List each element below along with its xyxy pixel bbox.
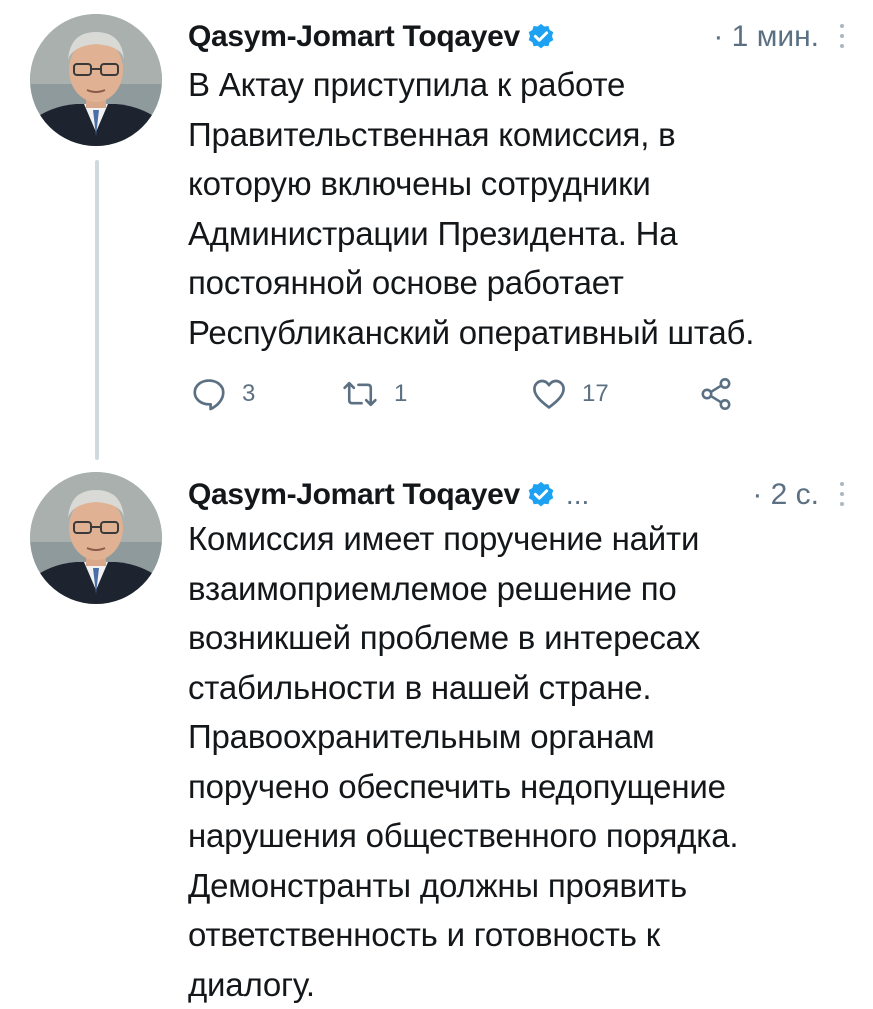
- tweet-text-line: Правительственная комиссия, в: [188, 110, 853, 160]
- verified-badge-icon: [526, 480, 556, 510]
- tweet-text-line: взаимоприемлемое решение по: [188, 564, 853, 614]
- tweet-text-line: стабильности в нашей стране.: [188, 663, 853, 713]
- tweet-header: Qasym-Jomart Toqayev · 1 мин.: [188, 10, 845, 64]
- like-button[interactable]: 17: [530, 374, 609, 414]
- tweet-text-line: Комиссия имеет поручение найти: [188, 514, 853, 564]
- tweet-text-line: поручено обеспечить недопущение: [188, 762, 853, 812]
- tweet-actions: 3 1 17: [190, 374, 750, 414]
- more-options-icon[interactable]: [839, 24, 845, 48]
- tweet-text: Комиссия имеет поручение найти взаимопри…: [188, 514, 853, 1009]
- tweet-text-line: которую включены сотрудники: [188, 159, 853, 209]
- author-handle: ...: [566, 479, 589, 511]
- author-name[interactable]: Qasym-Jomart Toqayev: [188, 478, 520, 512]
- reply-icon: [190, 375, 228, 413]
- tweet-text-line: Администрации Президента. На: [188, 209, 853, 259]
- tweet-text-line: Республиканский оперативный штаб.: [188, 308, 853, 358]
- avatar[interactable]: [30, 14, 162, 146]
- tweet-text-line: нарушения общественного порядка.: [188, 811, 853, 861]
- more-options-icon[interactable]: [839, 482, 845, 506]
- avatar-photo: [30, 472, 162, 604]
- verified-badge-icon: [526, 22, 556, 52]
- retweet-button[interactable]: 1: [340, 374, 407, 414]
- tweet-timestamp[interactable]: · 2 с.: [752, 478, 819, 512]
- retweet-count: 1: [394, 380, 407, 408]
- tweet-text: В Актау приступила к работе Правительств…: [188, 60, 853, 357]
- like-count: 17: [582, 380, 609, 408]
- avatar-photo: [30, 14, 162, 146]
- tweet-text-line: В Актау приступила к работе: [188, 60, 853, 110]
- tweet-text-line: ответственность и готовность к: [188, 910, 853, 960]
- reply-button[interactable]: 3: [190, 374, 255, 414]
- share-button[interactable]: [698, 374, 734, 414]
- tweet-text-line: Демонстранты должны проявить: [188, 861, 853, 911]
- share-icon: [698, 376, 734, 412]
- like-icon: [530, 375, 568, 413]
- tweet-text-line: возникшей проблеме в интересах: [188, 613, 853, 663]
- avatar[interactable]: [30, 472, 162, 604]
- tweet-text-line: постоянной основе работает: [188, 258, 853, 308]
- author-name[interactable]: Qasym-Jomart Toqayev: [188, 20, 520, 54]
- thread-connector-line: [95, 160, 99, 460]
- tweet-text-line: Правоохранительным органам: [188, 712, 853, 762]
- retweet-icon: [340, 375, 380, 413]
- tweet-text-line: диалогу.: [188, 960, 853, 1009]
- reply-count: 3: [242, 380, 255, 408]
- tweet-timestamp[interactable]: · 1 мин.: [713, 20, 819, 54]
